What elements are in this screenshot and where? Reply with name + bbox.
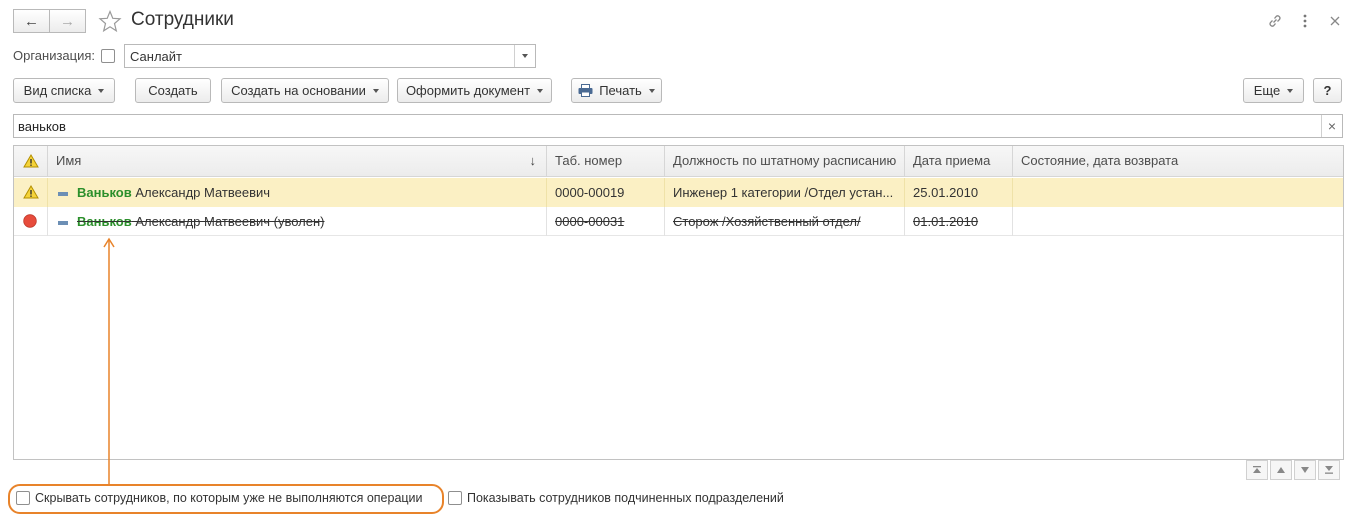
row-name-cell: Ваньков Александр Матвеевич [47,178,546,207]
search-input[interactable]: ваньков × [13,114,1343,138]
row-tab-number-cell: 0000-00031 [546,207,664,236]
header-position[interactable]: Должность по штатному расписанию [664,146,904,177]
chevron-down-icon [372,88,379,93]
sort-down-icon: ↓ [529,153,537,168]
more-label: Еще [1253,83,1281,98]
help-button[interactable]: ? [1313,78,1342,103]
create-button[interactable]: Создать [135,78,211,103]
row-status-cell [1012,207,1343,236]
scroll-page-down-icon [1301,467,1309,473]
create-label: Создать [148,83,198,98]
chevron-down-icon [1287,88,1294,93]
row-name-cell: Ваньков Александр Матвеевич (уволен) [47,207,546,236]
chevron-down-icon [537,88,544,93]
header-position-label: Должность по штатному расписанию [673,153,897,168]
header-status-label: Состояние, дата возврата [1021,153,1179,168]
scroll-top-button[interactable] [1246,460,1268,480]
printer-icon [578,84,593,97]
help-label: ? [1323,83,1332,98]
make-document-label: Оформить документ [405,83,531,98]
dismissed-status-icon [23,214,37,228]
scroll-down-page-button[interactable] [1294,460,1316,480]
header-state-column[interactable] [14,146,47,177]
warning-icon [23,154,39,168]
forward-arrow-icon: → [60,12,75,30]
org-dropdown-button[interactable] [514,45,535,67]
header-name[interactable]: Имя ↓ [47,146,546,177]
header-status[interactable]: Состояние, дата возврата [1012,146,1343,177]
show-subordinate-checkbox[interactable] [448,491,462,505]
org-checkbox[interactable] [101,49,115,63]
warning-icon [23,185,39,199]
scroll-page-up-icon [1277,467,1285,473]
scroll-top-icon [1253,466,1261,473]
tab-number-value: 0000-00031 [555,214,625,229]
table-row[interactable]: Ваньков Александр Матвеевич (уволен) 000… [14,207,1343,236]
row-status-cell [1012,178,1343,207]
header-tab-number[interactable]: Таб. номер [546,146,664,177]
row-tab-number-cell: 0000-00019 [546,178,664,207]
hide-employees-checkbox[interactable] [16,491,30,505]
row-hire-date-cell: 25.01.2010 [904,178,1012,207]
chevron-down-icon [648,88,655,93]
hire-date-value: 25.01.2010 [913,185,979,200]
chevron-down-icon [522,54,528,58]
org-value: Санлайт [130,49,182,64]
name-rest: Александр Матвеевич (уволен) [131,214,325,229]
show-subordinate-label: Показывать сотрудников подчиненных подра… [467,491,784,505]
create-based-label: Создать на основании [231,83,366,98]
org-field[interactable]: Санлайт [124,44,536,68]
search-clear-button[interactable]: × [1321,115,1342,137]
annotation-arrow [103,237,115,484]
table-header: Имя ↓ Таб. номер Должность по штатному р… [14,146,1343,177]
table-row[interactable]: Ваньков Александр Матвеевич 0000-00019 И… [14,178,1343,207]
close-icon[interactable] [1328,14,1342,28]
scroll-bottom-button[interactable] [1318,460,1340,480]
item-marker-icon [58,220,68,225]
create-based-button[interactable]: Создать на основании [221,78,389,103]
forward-button[interactable]: → [49,9,86,33]
make-document-button[interactable]: Оформить документ [397,78,552,103]
row-state-cell [14,178,47,207]
header-name-label: Имя [56,153,82,168]
hide-employees-label: Скрывать сотрудников, по которым уже не … [35,491,423,505]
more-vertical-icon[interactable] [1300,12,1310,30]
position-value: Сторож /Хозяйственный отдел/ [673,214,861,229]
search-value: ваньков [18,119,66,134]
item-marker-icon [58,191,68,196]
favorite-star-icon[interactable] [98,10,122,33]
row-state-cell [14,207,47,236]
view-list-button[interactable]: Вид списка [13,78,115,103]
name-rest: Александр Матвеевич [131,185,271,200]
page-title: Сотрудники [131,9,234,30]
row-position-cell: Сторож /Хозяйственный отдел/ [664,207,904,236]
clear-icon: × [1327,118,1337,134]
more-button[interactable]: Еще [1243,78,1304,103]
name-highlight: Ваньков [77,185,132,200]
back-button[interactable]: ← [13,9,50,33]
back-arrow-icon: ← [24,12,39,30]
header-hire-date[interactable]: Дата приема [904,146,1012,177]
position-value: Инженер 1 категории /Отдел устан... [673,185,894,200]
view-list-label: Вид списка [23,83,92,98]
chevron-down-icon [98,88,105,93]
print-button[interactable]: Печать [571,78,662,103]
tab-number-value: 0000-00019 [555,185,625,200]
link-icon[interactable] [1266,12,1284,30]
header-hire-date-label: Дата приема [913,153,991,168]
name-highlight: Ваньков [77,214,132,229]
row-position-cell: Инженер 1 категории /Отдел устан... [664,178,904,207]
print-label: Печать [599,83,642,98]
row-hire-date-cell: 01.01.2010 [904,207,1012,236]
header-tab-number-label: Таб. номер [555,153,623,168]
hire-date-value: 01.01.2010 [913,214,979,229]
scroll-bottom-icon [1325,466,1333,474]
scroll-up-page-button[interactable] [1270,460,1292,480]
org-label: Организация: [13,48,96,63]
